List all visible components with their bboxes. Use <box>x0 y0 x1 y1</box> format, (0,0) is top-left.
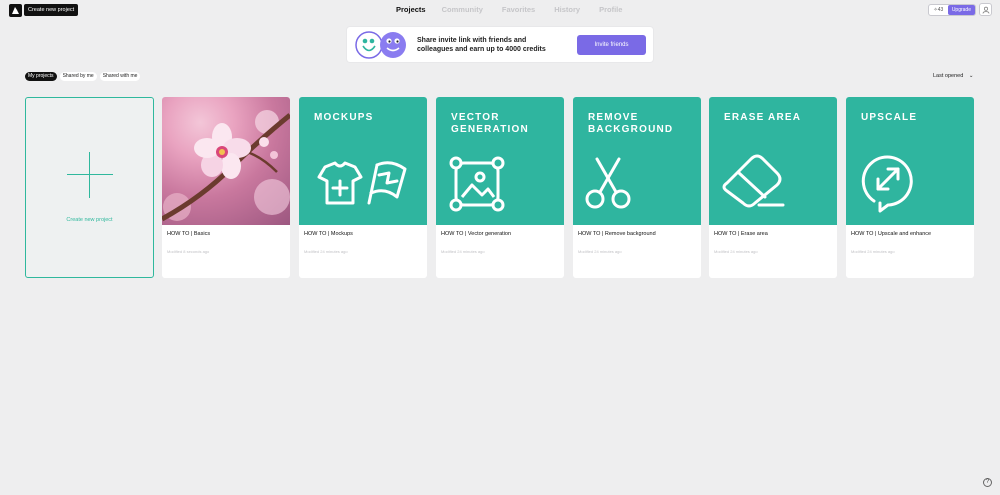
card-thumbnail: ERASE AREA <box>709 97 837 225</box>
project-card[interactable]: ERASE AREA HOW TO | Erase area Modified … <box>709 97 837 278</box>
app-logo-icon[interactable] <box>9 4 22 17</box>
sort-label: Last opened <box>933 73 964 79</box>
invite-text: Share invite link with friends and colle… <box>417 37 546 53</box>
card-title: UPSCALE <box>861 112 918 123</box>
upscale-icon <box>861 155 913 213</box>
tab-projects[interactable]: Projects <box>396 5 426 14</box>
card-thumbnail: VECTOR GENERATION <box>436 97 564 225</box>
project-card[interactable]: VECTOR GENERATION HOW TO | Vector genera… <box>436 97 564 278</box>
project-modified: Modified 24 minutes ago <box>851 249 895 254</box>
project-modified: Modified 24 minutes ago <box>578 249 622 254</box>
tshirt-flag-icon <box>317 161 407 205</box>
scissors-icon <box>585 157 631 209</box>
create-project-card[interactable]: Create new project <box>25 97 154 278</box>
sort-dropdown[interactable]: Last opened ⌄ <box>933 73 973 79</box>
filter-shared-by-me[interactable]: Shared by me <box>59 72 97 81</box>
tab-community[interactable]: Community <box>442 5 483 14</box>
main-nav: Projects Community Favorites History Pro… <box>396 5 622 14</box>
project-modified: Modified 24 minutes ago <box>714 249 758 254</box>
upgrade-button[interactable]: Upgrade <box>947 5 975 15</box>
project-modified: Modified 24 minutes ago <box>304 249 348 254</box>
project-name: HOW TO | Erase area <box>714 231 768 237</box>
credits-widget[interactable]: ✧43 Upgrade <box>928 4 976 16</box>
project-name: HOW TO | Remove background <box>578 231 656 237</box>
tab-favorites[interactable]: Favorites <box>502 5 535 14</box>
top-bar: Create new project Projects Community Fa… <box>0 0 1000 20</box>
project-card[interactable]: REMOVE BACKGROUND HOW TO | Remove backgr… <box>573 97 701 278</box>
vector-image-icon <box>449 156 505 212</box>
card-title: REMOVE BACKGROUND <box>588 112 674 135</box>
chevron-down-icon: ⌄ <box>968 73 974 79</box>
invite-friends-button[interactable]: Invite friends <box>577 35 646 55</box>
project-card[interactable]: UPSCALE HOW TO | Upscale and enhance Mod… <box>846 97 974 278</box>
tab-profile[interactable]: Profile <box>599 5 622 14</box>
project-modified: Modified 24 minutes ago <box>441 249 485 254</box>
project-card[interactable]: MOCKUPS HOW TO | Mockups Modified 24 min… <box>299 97 427 278</box>
blossom-image <box>162 110 290 222</box>
project-modified: Modified 8 seconds ago <box>167 249 210 254</box>
filter-my-projects[interactable]: My projects <box>25 72 57 81</box>
eraser-icon <box>722 154 785 208</box>
card-thumbnail: MOCKUPS <box>299 97 427 225</box>
help-icon[interactable]: ? <box>983 478 992 487</box>
project-name: HOW TO | Vector generation <box>441 231 512 237</box>
credits-count: ✧43 <box>933 7 944 13</box>
card-thumbnail: REMOVE BACKGROUND <box>573 97 701 225</box>
plus-icon <box>67 152 113 198</box>
project-name: HOW TO | Upscale and enhance <box>851 231 932 237</box>
cherry-blossom-photo <box>162 97 290 225</box>
project-filters: My projects Shared by me Shared with me <box>25 72 141 81</box>
card-title: MOCKUPS <box>314 112 374 123</box>
create-project-label: Create new project <box>66 217 113 223</box>
invite-banner: Share invite link with friends and colle… <box>347 27 653 62</box>
project-name: HOW TO | Mockups <box>304 231 353 237</box>
card-title: ERASE AREA <box>724 112 802 123</box>
user-avatar-icon[interactable] <box>979 3 992 16</box>
project-card[interactable]: HOW TO | Basics Modified 8 seconds ago <box>162 97 290 278</box>
project-name: HOW TO | Basics <box>167 231 211 237</box>
create-new-project-button[interactable]: Create new project <box>24 4 79 16</box>
tab-history[interactable]: History <box>554 5 580 14</box>
smiling-faces-icon <box>355 31 406 59</box>
filter-shared-with-me[interactable]: Shared with me <box>99 72 141 81</box>
card-title: VECTOR GENERATION <box>451 112 529 135</box>
card-thumbnail: UPSCALE <box>846 97 974 225</box>
